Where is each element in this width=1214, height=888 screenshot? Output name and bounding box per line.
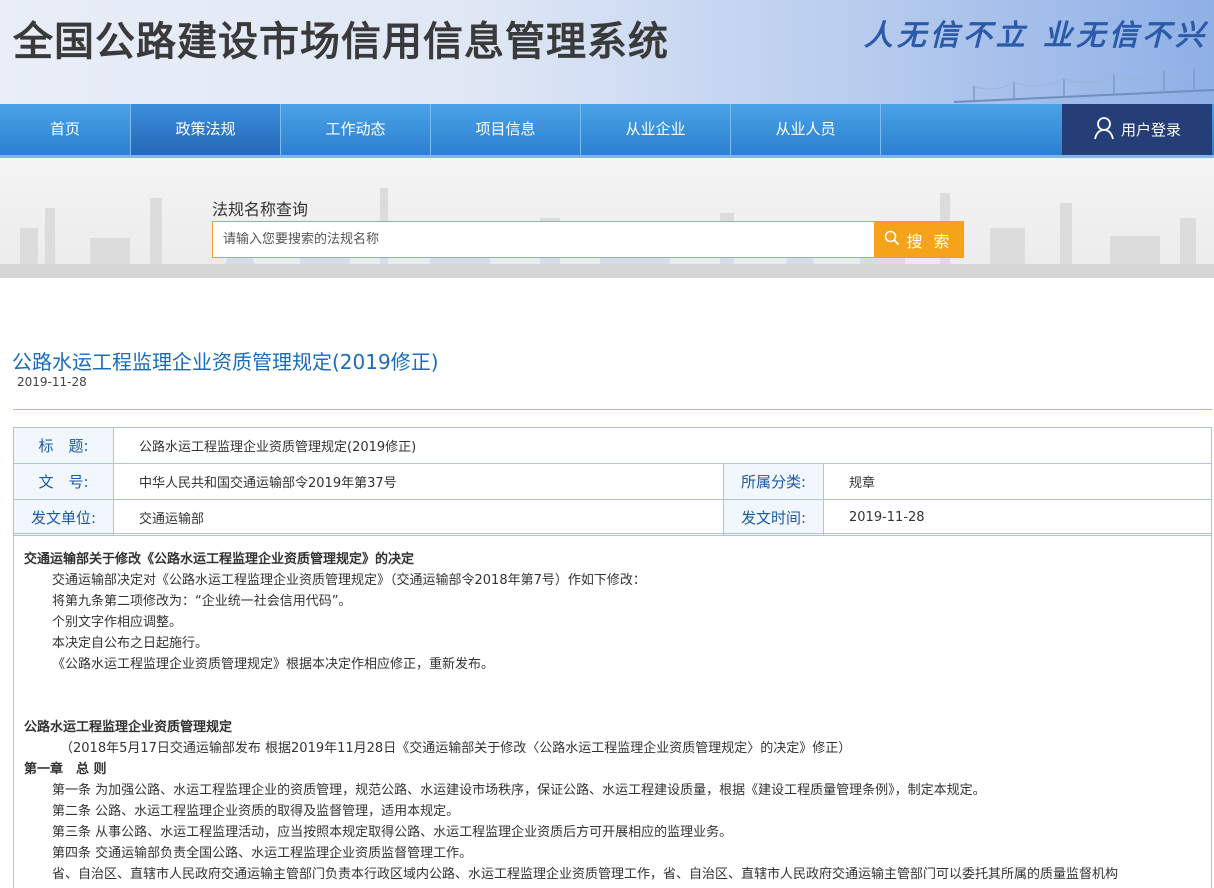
user-login-button[interactable]: 用户登录 [1062,104,1212,155]
article-paragraph: 第四条 交通运输部负责全国公路、水运工程监理企业资质监督管理工作。 [52,846,473,861]
search-box: 搜 索 [212,221,964,258]
search-label: 法规名称查询 [212,200,309,219]
rule-heading: 公路水运工程监理企业资质管理规定 [24,720,233,735]
article-title: 公路水运工程监理企业资质管理规定(2019修正) [12,350,439,374]
article-paragraph: 省、自治区、直辖市人民政府交通运输主管部门负责本行政区域内公路、水运工程监理企业… [52,867,1119,882]
search-input[interactable] [213,222,874,257]
meta-row: 标 题: 公路水运工程监理企业资质管理规定(2019修正) [13,427,1212,464]
divider [13,409,1212,410]
meta-row: 文 号: 中华人民共和国交通运输部令2019年第37号 所属分类: 规章 [13,463,1212,500]
meta-docno-label: 文 号: [13,463,114,500]
search-section: 法规名称查询 搜 索 [0,158,1214,278]
meta-title-label: 标 题: [13,427,114,464]
meta-issuer-label: 发文单位: [13,499,114,536]
site-slogan: 人无信不立 业无信不兴 [863,18,1208,52]
search-button[interactable]: 搜 索 [874,222,963,257]
site-title: 全国公路建设市场信用信息管理系统 [13,19,669,65]
meta-category-value: 规章 [823,463,1212,500]
article-paragraph: 第一条 为加强公路、水运工程监理企业的资质管理，规范公路、水运建设市场秩序，保证… [52,783,986,798]
decision-line: 《公路水运工程监理企业资质管理规定》根据本决定作相应修正，重新发布。 [52,657,495,672]
rule-note: （2018年5月17日交通运输部发布 根据2019年11月28日《交通运输部关于… [60,741,852,756]
article-paragraph: 第二条 公路、水运工程监理企业资质的取得及监督管理，适用本规定。 [52,804,460,819]
site-header: 全国公路建设市场信用信息管理系统 人无信不立 业无信不兴 [0,0,1214,104]
meta-docno-value: 中华人民共和国交通运输部令2019年第37号 [113,463,724,500]
decision-heading: 交通运输部关于修改《公路水运工程监理企业资质管理规定》的决定 [24,552,415,567]
decision-line: 交通运输部决定对《公路水运工程监理企业资质管理规定》（交通运输部令2018年第7… [52,573,646,588]
document-meta-table: 标 题: 公路水运工程监理企业资质管理规定(2019修正) 文 号: 中华人民共… [13,427,1212,536]
main-nav: 首页 政策法规 工作动态 项目信息 从业企业 从业人员 用户登录 [0,104,1214,158]
user-icon [1093,116,1115,144]
search-icon [884,230,900,250]
article-date: 2019-11-28 [17,375,87,389]
nav-projects[interactable]: 项目信息 [431,104,581,155]
article-paragraph: 第三条 从事公路、水运工程监理活动，应当按照本规定取得公路、水运工程监理企业资质… [52,825,733,840]
meta-row: 发文单位: 交通运输部 发文时间: 2019-11-28 [13,499,1212,536]
search-button-label: 搜 索 [906,231,953,251]
chapter-heading: 第一章 总 则 [24,762,107,777]
document-body: 交通运输部关于修改《公路水运工程监理企业资质管理规定》的决定 交通运输部决定对《… [13,533,1212,888]
meta-issue-time-label: 发文时间: [723,499,824,536]
bridge-illustration [954,67,1214,103]
nav-home[interactable]: 首页 [0,104,131,155]
nav-practitioners[interactable]: 从业人员 [731,104,881,155]
meta-issue-time-value: 2019-11-28 [823,499,1212,536]
decision-line: 将第九条第二项修改为：“企业统一社会信用代码”。 [52,594,352,609]
nav-work-news[interactable]: 工作动态 [281,104,431,155]
meta-title-value: 公路水运工程监理企业资质管理规定(2019修正) [113,427,1212,464]
meta-category-label: 所属分类: [723,463,824,500]
nav-enterprises[interactable]: 从业企业 [581,104,731,155]
decision-line: 本决定自公布之日起施行。 [52,636,209,651]
nav-policy[interactable]: 政策法规 [131,104,281,155]
meta-issuer-value: 交通运输部 [113,499,724,536]
user-login-label: 用户登录 [1120,121,1181,139]
decision-line: 个别文字作相应调整。 [52,615,183,630]
